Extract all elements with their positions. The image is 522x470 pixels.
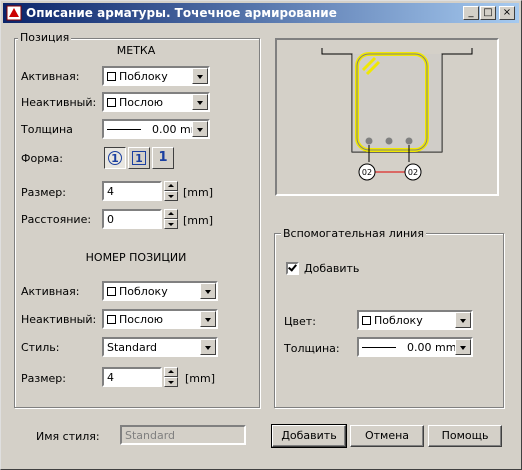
maximize-button[interactable]: □ — [480, 6, 496, 20]
spin-down-icon[interactable] — [164, 219, 178, 229]
spin-down-icon[interactable] — [164, 191, 178, 201]
number-heading: НОМЕР ПОЗИЦИИ — [85, 251, 187, 264]
chevron-down-icon[interactable] — [200, 339, 216, 355]
spin-up-icon[interactable] — [164, 209, 178, 219]
minimize-button[interactable]: _ — [463, 6, 479, 20]
title-bar[interactable]: Описание арматуры. Точечное армирование … — [3, 3, 519, 23]
size-label: Размер: — [21, 186, 66, 199]
chevron-down-icon[interactable] — [455, 312, 471, 328]
style-value: Standard — [107, 341, 158, 354]
helper-group-caption: Вспомогательная линия — [281, 227, 426, 240]
style-name-value: Standard — [125, 429, 176, 442]
chevron-down-icon[interactable] — [200, 311, 216, 327]
size-unit: [mm] — [183, 186, 214, 199]
size-value: 4 — [107, 185, 114, 198]
chevron-down-icon[interactable] — [192, 94, 208, 110]
thickness-combo[interactable]: 0.00 mr — [102, 119, 210, 139]
size-input[interactable]: 4 — [102, 181, 162, 201]
num-size-unit: [mm] — [185, 372, 216, 385]
num-active-combo[interactable]: Поблоку — [102, 281, 218, 301]
preview-tag-left: 02 — [362, 168, 372, 177]
num-inactive-combo[interactable]: Послою — [102, 309, 218, 329]
shape-square-button[interactable]: 1 — [128, 147, 150, 169]
spin-up-icon[interactable] — [164, 367, 178, 377]
num-inactive-label: Неактивный: — [21, 313, 97, 326]
num-size-value: 4 — [107, 371, 114, 384]
distance-spinner[interactable] — [164, 209, 178, 229]
thickness-label: Толщина — [21, 123, 73, 136]
window-title: Описание арматуры. Точечное армирование — [26, 6, 337, 20]
size-spinner[interactable] — [164, 181, 178, 201]
plain-shape-icon: 1 — [158, 150, 168, 165]
thickness-value: 0.00 mr — [152, 123, 196, 136]
distance-input[interactable]: 0 — [102, 209, 162, 229]
helper-thickness-combo[interactable]: 0.00 mm — [357, 337, 473, 357]
color-swatch-icon — [362, 316, 371, 325]
style-name-label: Имя стиля: — [36, 430, 100, 443]
num-inactive-value: Послою — [119, 313, 164, 326]
style-combo[interactable]: Standard — [102, 337, 218, 357]
style-name-input: Standard — [120, 425, 246, 445]
num-size-label: Размер: — [21, 372, 66, 385]
close-button[interactable]: × — [499, 6, 515, 20]
preview-tag-right: 02 — [408, 168, 418, 177]
preview-panel: 02 02 — [275, 38, 499, 196]
spin-up-icon[interactable] — [164, 181, 178, 191]
line-sample-icon — [107, 129, 141, 130]
helper-color-label: Цвет: — [284, 315, 316, 328]
add-helper-label: Добавить — [304, 262, 360, 275]
cancel-button[interactable]: Отмена — [350, 425, 424, 447]
distance-unit: [mm] — [183, 214, 214, 227]
rebar-section-preview: 02 02 — [321, 48, 473, 181]
shape-none-button[interactable]: 1 — [152, 147, 174, 169]
num-size-spinner[interactable] — [164, 367, 178, 387]
add-button[interactable]: Добавить — [271, 424, 347, 448]
inactive-value: Послою — [119, 96, 164, 109]
help-button[interactable]: Помощь — [428, 425, 502, 447]
add-helper-checkbox[interactable] — [286, 262, 299, 275]
inactive-combo[interactable]: Послою — [102, 92, 210, 112]
color-swatch-icon — [107, 287, 116, 296]
shape-circle-button[interactable]: 1 — [104, 147, 126, 169]
distance-value: 0 — [107, 213, 114, 226]
helper-thickness-label: Толщина: — [284, 342, 340, 355]
line-sample-icon — [362, 347, 396, 348]
style-label: Стиль: — [21, 341, 60, 354]
chevron-down-icon[interactable] — [455, 339, 471, 355]
num-active-value: Поблоку — [119, 285, 168, 298]
spin-down-icon[interactable] — [164, 377, 178, 387]
num-active-label: Активная: — [21, 285, 80, 298]
chevron-down-icon[interactable] — [200, 283, 216, 299]
color-swatch-icon — [107, 315, 116, 324]
color-swatch-icon — [107, 72, 116, 81]
color-swatch-icon — [107, 98, 116, 107]
circle-shape-icon: 1 — [108, 151, 122, 165]
active-label: Активная: — [21, 70, 80, 83]
distance-label: Расстояние: — [21, 213, 92, 226]
mark-heading: МЕТКА — [116, 44, 156, 57]
helper-thickness-value: 0.00 mm — [407, 341, 457, 354]
chevron-down-icon[interactable] — [192, 121, 208, 137]
active-value: Поблоку — [119, 70, 168, 83]
app-icon — [6, 5, 22, 21]
helper-color-combo[interactable]: Поблоку — [357, 310, 473, 330]
active-combo[interactable]: Поблоку — [102, 66, 210, 86]
chevron-down-icon[interactable] — [192, 68, 208, 84]
shape-label: Форма: — [21, 152, 63, 165]
square-shape-icon: 1 — [132, 151, 146, 165]
dialog-window: Описание арматуры. Точечное армирование … — [0, 0, 522, 470]
helper-color-value: Поблоку — [374, 314, 423, 327]
num-size-input[interactable]: 4 — [102, 367, 162, 387]
inactive-label: Неактивный: — [21, 96, 97, 109]
position-group-caption: Позиция — [18, 31, 72, 44]
